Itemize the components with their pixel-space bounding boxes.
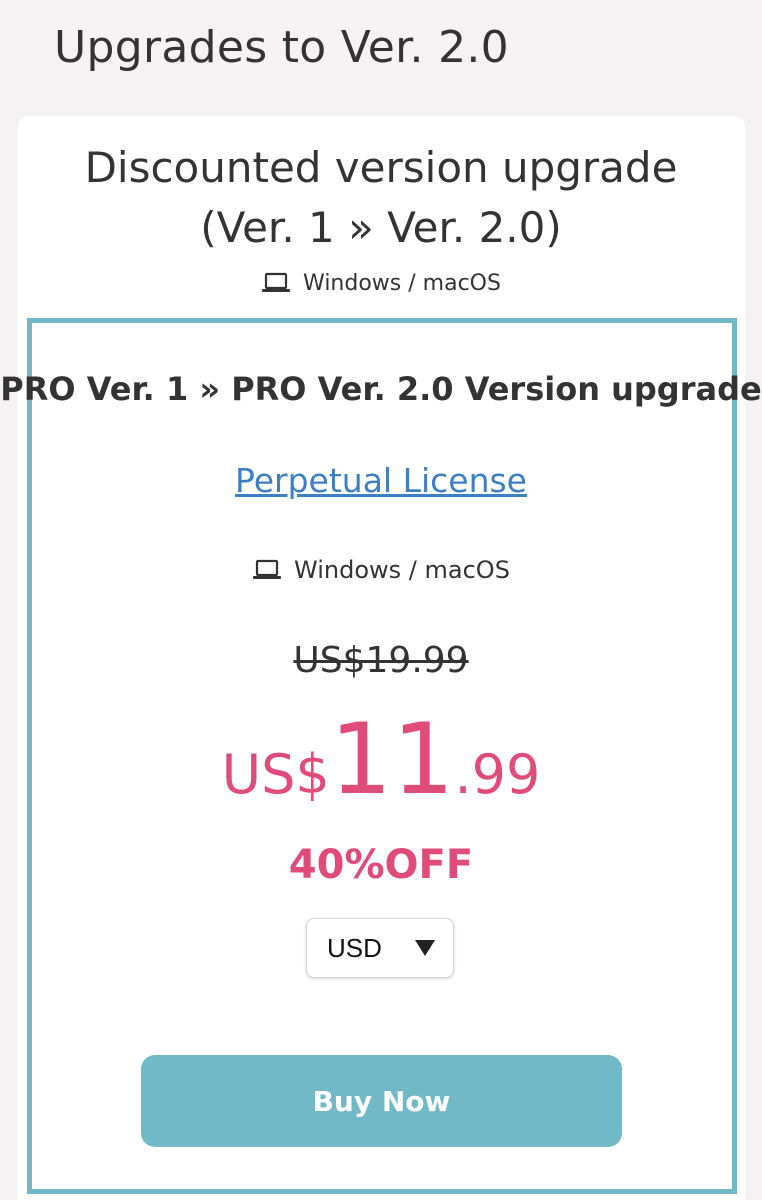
price-currency: US$ (221, 743, 330, 806)
currency-select[interactable]: USD (306, 918, 454, 978)
laptop-icon (262, 272, 291, 292)
offer-platforms: Windows / macOS (0, 553, 762, 587)
original-price: US$19.99 (293, 640, 469, 681)
card-title-line2: (Ver. 1 » Ver. 2.0) (200, 203, 562, 252)
offer-platforms-label: Windows / macOS (294, 556, 510, 584)
buy-now-button[interactable]: Buy Now (141, 1055, 622, 1147)
laptop-icon (253, 559, 282, 579)
price-decimal: .99 (454, 743, 541, 806)
card-title: Discounted version upgrade (Ver. 1 » Ver… (0, 138, 762, 258)
offer-title: PRO Ver. 1 » PRO Ver. 2.0 Version upgrad… (0, 370, 762, 408)
price-integer: 11 (329, 703, 455, 817)
caret-down-icon (415, 940, 435, 956)
page-title: Upgrades to Ver. 2.0 (54, 22, 509, 73)
card-platforms: Windows / macOS (0, 266, 762, 300)
card-platforms-label: Windows / macOS (303, 270, 501, 296)
discounted-price: US$11.99 (0, 700, 762, 848)
currency-select-value: USD (327, 932, 382, 963)
discount-badge: 40%OFF (288, 842, 474, 888)
card-title-line1: Discounted version upgrade (84, 143, 678, 192)
perpetual-license-link[interactable]: Perpetual License (0, 458, 762, 504)
